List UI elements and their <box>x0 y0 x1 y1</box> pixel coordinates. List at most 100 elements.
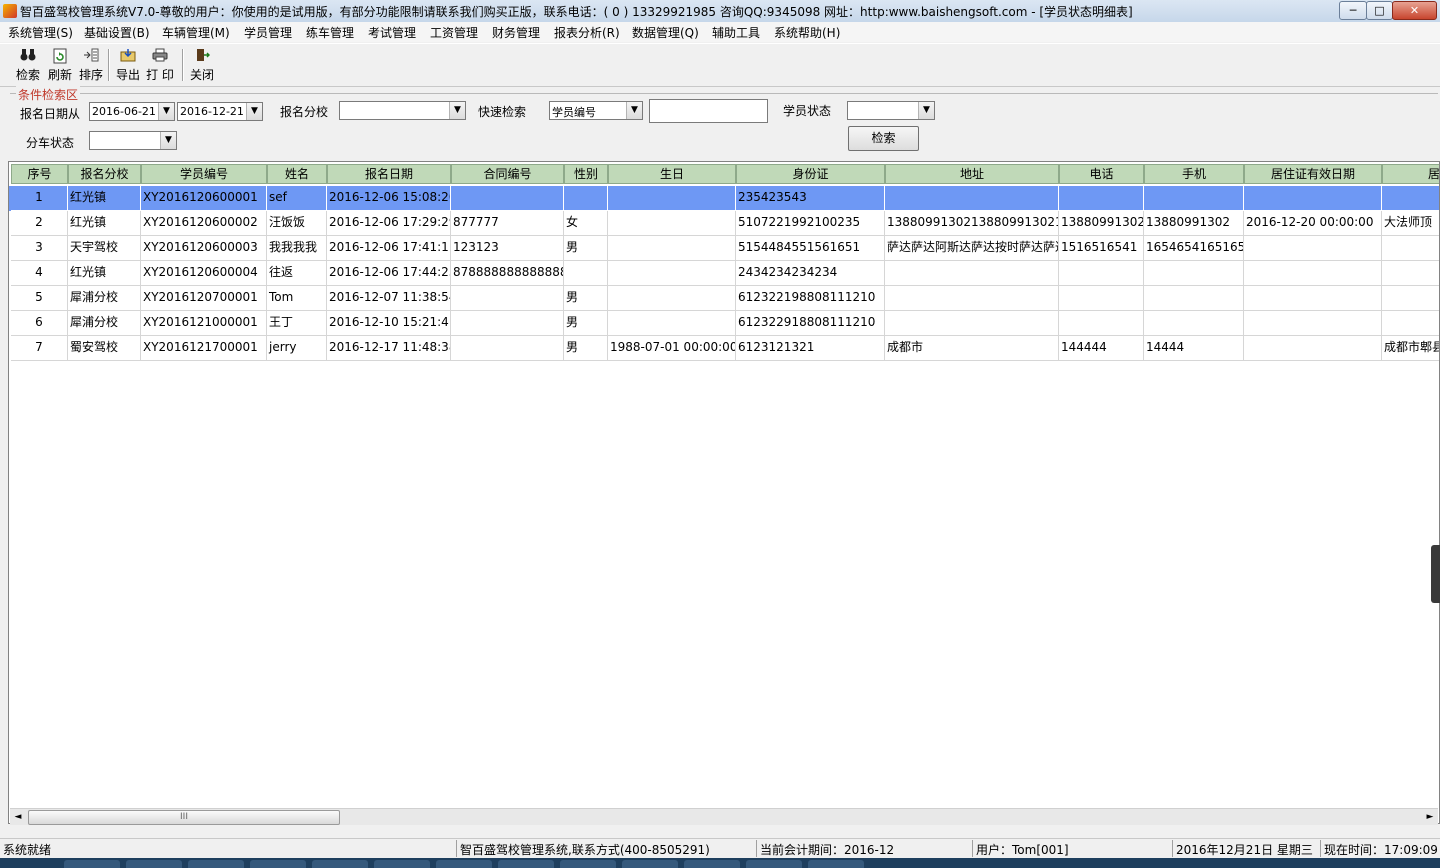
table-cell[interactable] <box>1244 186 1382 211</box>
menu-salary[interactable]: 工资管理 <box>430 24 478 41</box>
taskbar-button[interactable] <box>498 860 554 868</box>
table-cell[interactable] <box>1144 186 1244 211</box>
scroll-right-arrow-icon[interactable]: ► <box>1422 809 1438 825</box>
chevron-down-icon[interactable]: ▼ <box>246 103 262 120</box>
taskbar-button[interactable] <box>312 860 368 868</box>
table-cell[interactable] <box>1059 286 1144 311</box>
table-cell[interactable] <box>1144 286 1244 311</box>
table-cell[interactable]: 4 <box>11 261 68 286</box>
table-cell[interactable] <box>451 186 564 211</box>
taskbar-button[interactable] <box>126 860 182 868</box>
date-to-picker[interactable]: 2016-12-21 ▼ <box>177 102 263 121</box>
table-row[interactable]: 5 犀浦分校 XY2016120700001 Tom 2016-12-07 11:38:… <box>9 286 1439 311</box>
table-cell[interactable] <box>1059 311 1144 336</box>
search-button[interactable]: 检索 <box>848 126 919 151</box>
scrollbar-thumb[interactable]: III <box>28 810 340 825</box>
table-cell[interactable]: 612322198808111210 <box>736 286 885 311</box>
table-cell[interactable]: 7 <box>11 336 68 361</box>
taskbar-button[interactable] <box>808 860 864 868</box>
close-tool-button[interactable]: 关闭 <box>188 48 216 84</box>
table-cell[interactable]: XY2016120600002 <box>141 211 267 236</box>
menu-tools[interactable]: 辅助工具 <box>712 24 760 41</box>
table-cell[interactable]: 成都市 <box>885 336 1059 361</box>
search-tool-button[interactable]: 检索 <box>14 48 42 84</box>
table-cell[interactable] <box>1382 311 1439 336</box>
menu-practice[interactable]: 练车管理 <box>306 24 354 41</box>
table-cell[interactable]: XY2016120600003 <box>141 236 267 261</box>
table-cell[interactable] <box>451 286 564 311</box>
taskbar-button[interactable] <box>64 860 120 868</box>
chevron-down-icon[interactable]: ▼ <box>158 103 174 120</box>
table-cell[interactable]: 男 <box>564 236 608 261</box>
table-row[interactable]: 7 蜀安驾校 XY2016121700001 jerry 2016-12-17 11:4… <box>9 336 1439 361</box>
table-cell[interactable] <box>608 236 736 261</box>
table-cell[interactable]: 2016-12-06 17:29:29 <box>327 211 451 236</box>
table-cell[interactable] <box>1059 186 1144 211</box>
menu-data[interactable]: 数据管理(Q) <box>632 24 699 41</box>
table-cell[interactable]: 成都市郫县 <box>1382 336 1439 361</box>
table-row[interactable]: 1 红光镇 XY2016120600001 sef 2016-12-06 15:08:2… <box>9 186 1439 211</box>
taskbar-button[interactable] <box>250 860 306 868</box>
table-cell[interactable]: 2016-12-06 17:44:25 <box>327 261 451 286</box>
chevron-down-icon[interactable]: ▼ <box>449 102 465 119</box>
maximize-button[interactable]: □ <box>1366 1 1393 20</box>
table-cell[interactable] <box>608 211 736 236</box>
table-cell[interactable]: 5107221992100235 <box>736 211 885 236</box>
table-cell[interactable]: Tom <box>267 286 327 311</box>
table-cell[interactable] <box>1382 236 1439 261</box>
chevron-down-icon[interactable]: ▼ <box>160 132 176 149</box>
student-status-select[interactable]: ▼ <box>847 101 935 120</box>
table-cell[interactable]: XY2016120600004 <box>141 261 267 286</box>
table-cell[interactable]: 878888888888888 <box>451 261 564 286</box>
table-cell[interactable] <box>885 286 1059 311</box>
table-cell[interactable] <box>564 261 608 286</box>
horizontal-scrollbar[interactable]: ◄ III ► <box>10 808 1438 825</box>
table-cell[interactable]: 我我我我 <box>267 236 327 261</box>
table-cell[interactable]: 往返 <box>267 261 327 286</box>
column-header[interactable]: 序号 <box>11 164 68 184</box>
chevron-down-icon[interactable]: ▼ <box>626 102 642 119</box>
taskbar-button[interactable] <box>436 860 492 868</box>
table-cell[interactable]: 2016-12-17 11:48:38 <box>327 336 451 361</box>
table-cell[interactable]: 红光镇 <box>68 186 141 211</box>
column-header[interactable]: 性别 <box>564 164 608 184</box>
table-cell[interactable] <box>1244 336 1382 361</box>
taskbar-button[interactable] <box>560 860 616 868</box>
table-cell[interactable]: 1 <box>11 186 68 211</box>
table-cell[interactable] <box>885 311 1059 336</box>
table-cell[interactable]: 2016-12-10 15:21:41 <box>327 311 451 336</box>
menu-reports[interactable]: 报表分析(R) <box>554 24 620 41</box>
menu-help[interactable]: 系统帮助(H) <box>774 24 840 41</box>
table-cell[interactable]: 汪饭饭 <box>267 211 327 236</box>
menu-student[interactable]: 学员管理 <box>244 24 292 41</box>
column-header[interactable]: 地址 <box>885 164 1059 184</box>
table-cell[interactable]: 2 <box>11 211 68 236</box>
table-cell[interactable]: 6 <box>11 311 68 336</box>
menu-basic-settings[interactable]: 基础设置(B) <box>84 24 150 41</box>
table-cell[interactable]: 1654654165165 <box>1144 236 1244 261</box>
table-cell[interactable]: 1516516541 <box>1059 236 1144 261</box>
table-cell[interactable]: 蜀安驾校 <box>68 336 141 361</box>
table-cell[interactable] <box>608 311 736 336</box>
table-cell[interactable]: 2016-12-20 00:00:00 <box>1244 211 1382 236</box>
side-grip-handle[interactable] <box>1431 545 1440 603</box>
table-cell[interactable]: 红光镇 <box>68 261 141 286</box>
table-cell[interactable]: 3 <box>11 236 68 261</box>
table-cell[interactable]: 14444 <box>1144 336 1244 361</box>
table-cell[interactable] <box>1244 261 1382 286</box>
table-cell[interactable] <box>885 261 1059 286</box>
table-cell[interactable]: 13880991302 <box>1144 211 1244 236</box>
quick-search-field-select[interactable]: 学员编号 ▼ <box>549 101 643 120</box>
menu-finance[interactable]: 财务管理 <box>492 24 540 41</box>
date-from-picker[interactable]: 2016-06-21 ▼ <box>89 102 175 121</box>
column-header[interactable]: 合同编号 <box>451 164 564 184</box>
column-header[interactable]: 居 <box>1382 164 1439 184</box>
table-row[interactable]: 4 红光镇 XY2016120600004 往返 2016-12-06 17:44:25… <box>9 261 1439 286</box>
table-cell[interactable] <box>1244 236 1382 261</box>
table-row[interactable]: 2 红光镇 XY2016120600002 汪饭饭 2016-12-06 17:29:2… <box>9 211 1439 236</box>
menu-exam[interactable]: 考试管理 <box>368 24 416 41</box>
menu-system[interactable]: 系统管理(S) <box>8 24 73 41</box>
column-header[interactable]: 居住证有效日期 <box>1244 164 1382 184</box>
table-cell[interactable] <box>1382 261 1439 286</box>
table-cell[interactable] <box>451 311 564 336</box>
